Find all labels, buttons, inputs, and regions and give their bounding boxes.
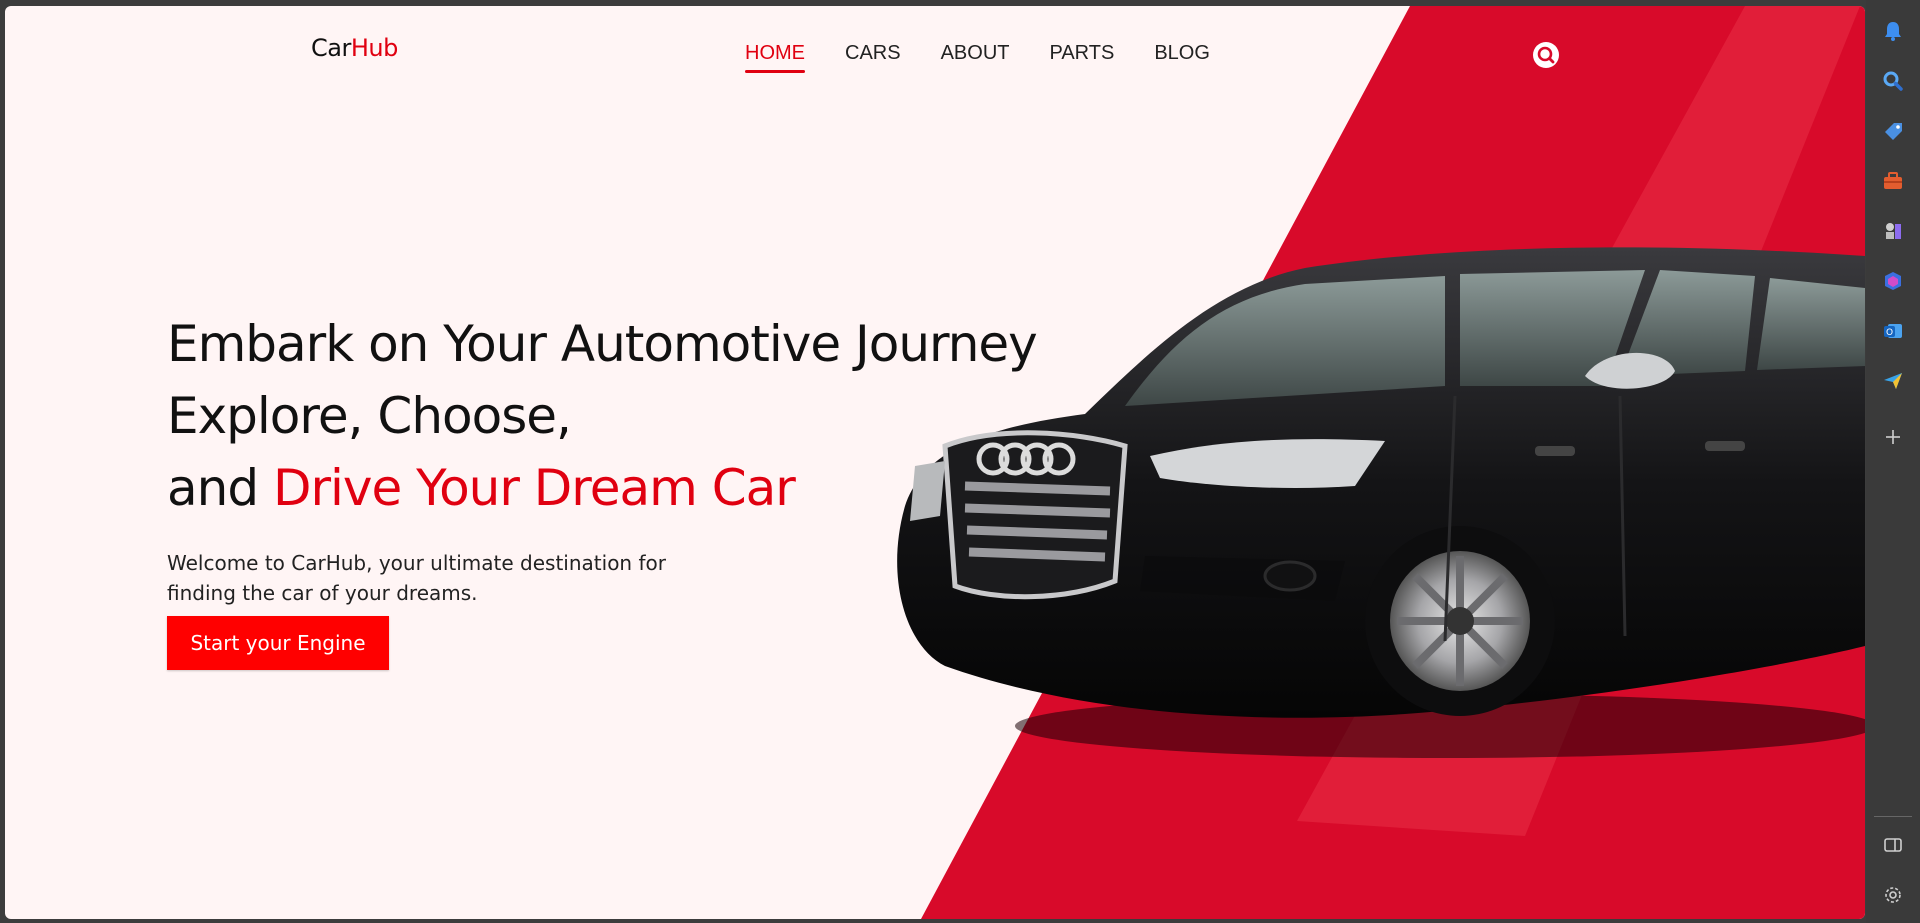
hero-heading-accent: Drive Your Dream Car [272, 459, 796, 517]
logo-text: Car [311, 34, 351, 62]
chess-icon[interactable] [1880, 218, 1906, 244]
search-icon [1533, 42, 1559, 68]
search-icon[interactable] [1880, 68, 1906, 94]
main-nav: HOME CARS ABOUT PARTS BLOG [745, 42, 1210, 73]
nav-blog[interactable]: BLOG [1154, 42, 1210, 71]
start-engine-button[interactable]: Start your Engine [167, 616, 389, 670]
car-image [897, 247, 1865, 758]
briefcase-icon[interactable] [1880, 168, 1906, 194]
nav-cars[interactable]: CARS [845, 42, 901, 71]
bell-icon[interactable] [1880, 18, 1906, 44]
hero-heading-line2: Explore, Choose, [167, 387, 572, 445]
settings-icon[interactable] [1880, 882, 1906, 908]
outlook-icon[interactable]: O [1880, 318, 1906, 344]
nav-parts[interactable]: PARTS [1049, 42, 1114, 71]
tag-icon[interactable] [1880, 118, 1906, 144]
search-button[interactable] [1531, 40, 1561, 70]
hero-description: Welcome to CarHub, your ultimate destina… [167, 551, 666, 605]
svg-text:O: O [1886, 328, 1893, 338]
copilot-icon[interactable] [1880, 268, 1906, 294]
send-icon[interactable] [1880, 368, 1906, 394]
sidebar-divider [1874, 816, 1912, 817]
logo-text-accent: Hub [350, 34, 399, 62]
nav-about[interactable]: ABOUT [941, 42, 1010, 71]
plus-icon[interactable] [1880, 424, 1906, 450]
nav-home[interactable]: HOME [745, 42, 805, 73]
site-logo[interactable]: CarHub [311, 34, 398, 62]
hero-heading-line3: and [167, 459, 273, 517]
browser-window: CarHub HOME CARS ABOUT PARTS BLOG Embark… [0, 0, 1920, 923]
browser-sidebar: O [1866, 0, 1920, 923]
webpage: CarHub HOME CARS ABOUT PARTS BLOG Embark… [5, 6, 1865, 919]
sidebar-toggle-icon[interactable] [1880, 832, 1906, 858]
